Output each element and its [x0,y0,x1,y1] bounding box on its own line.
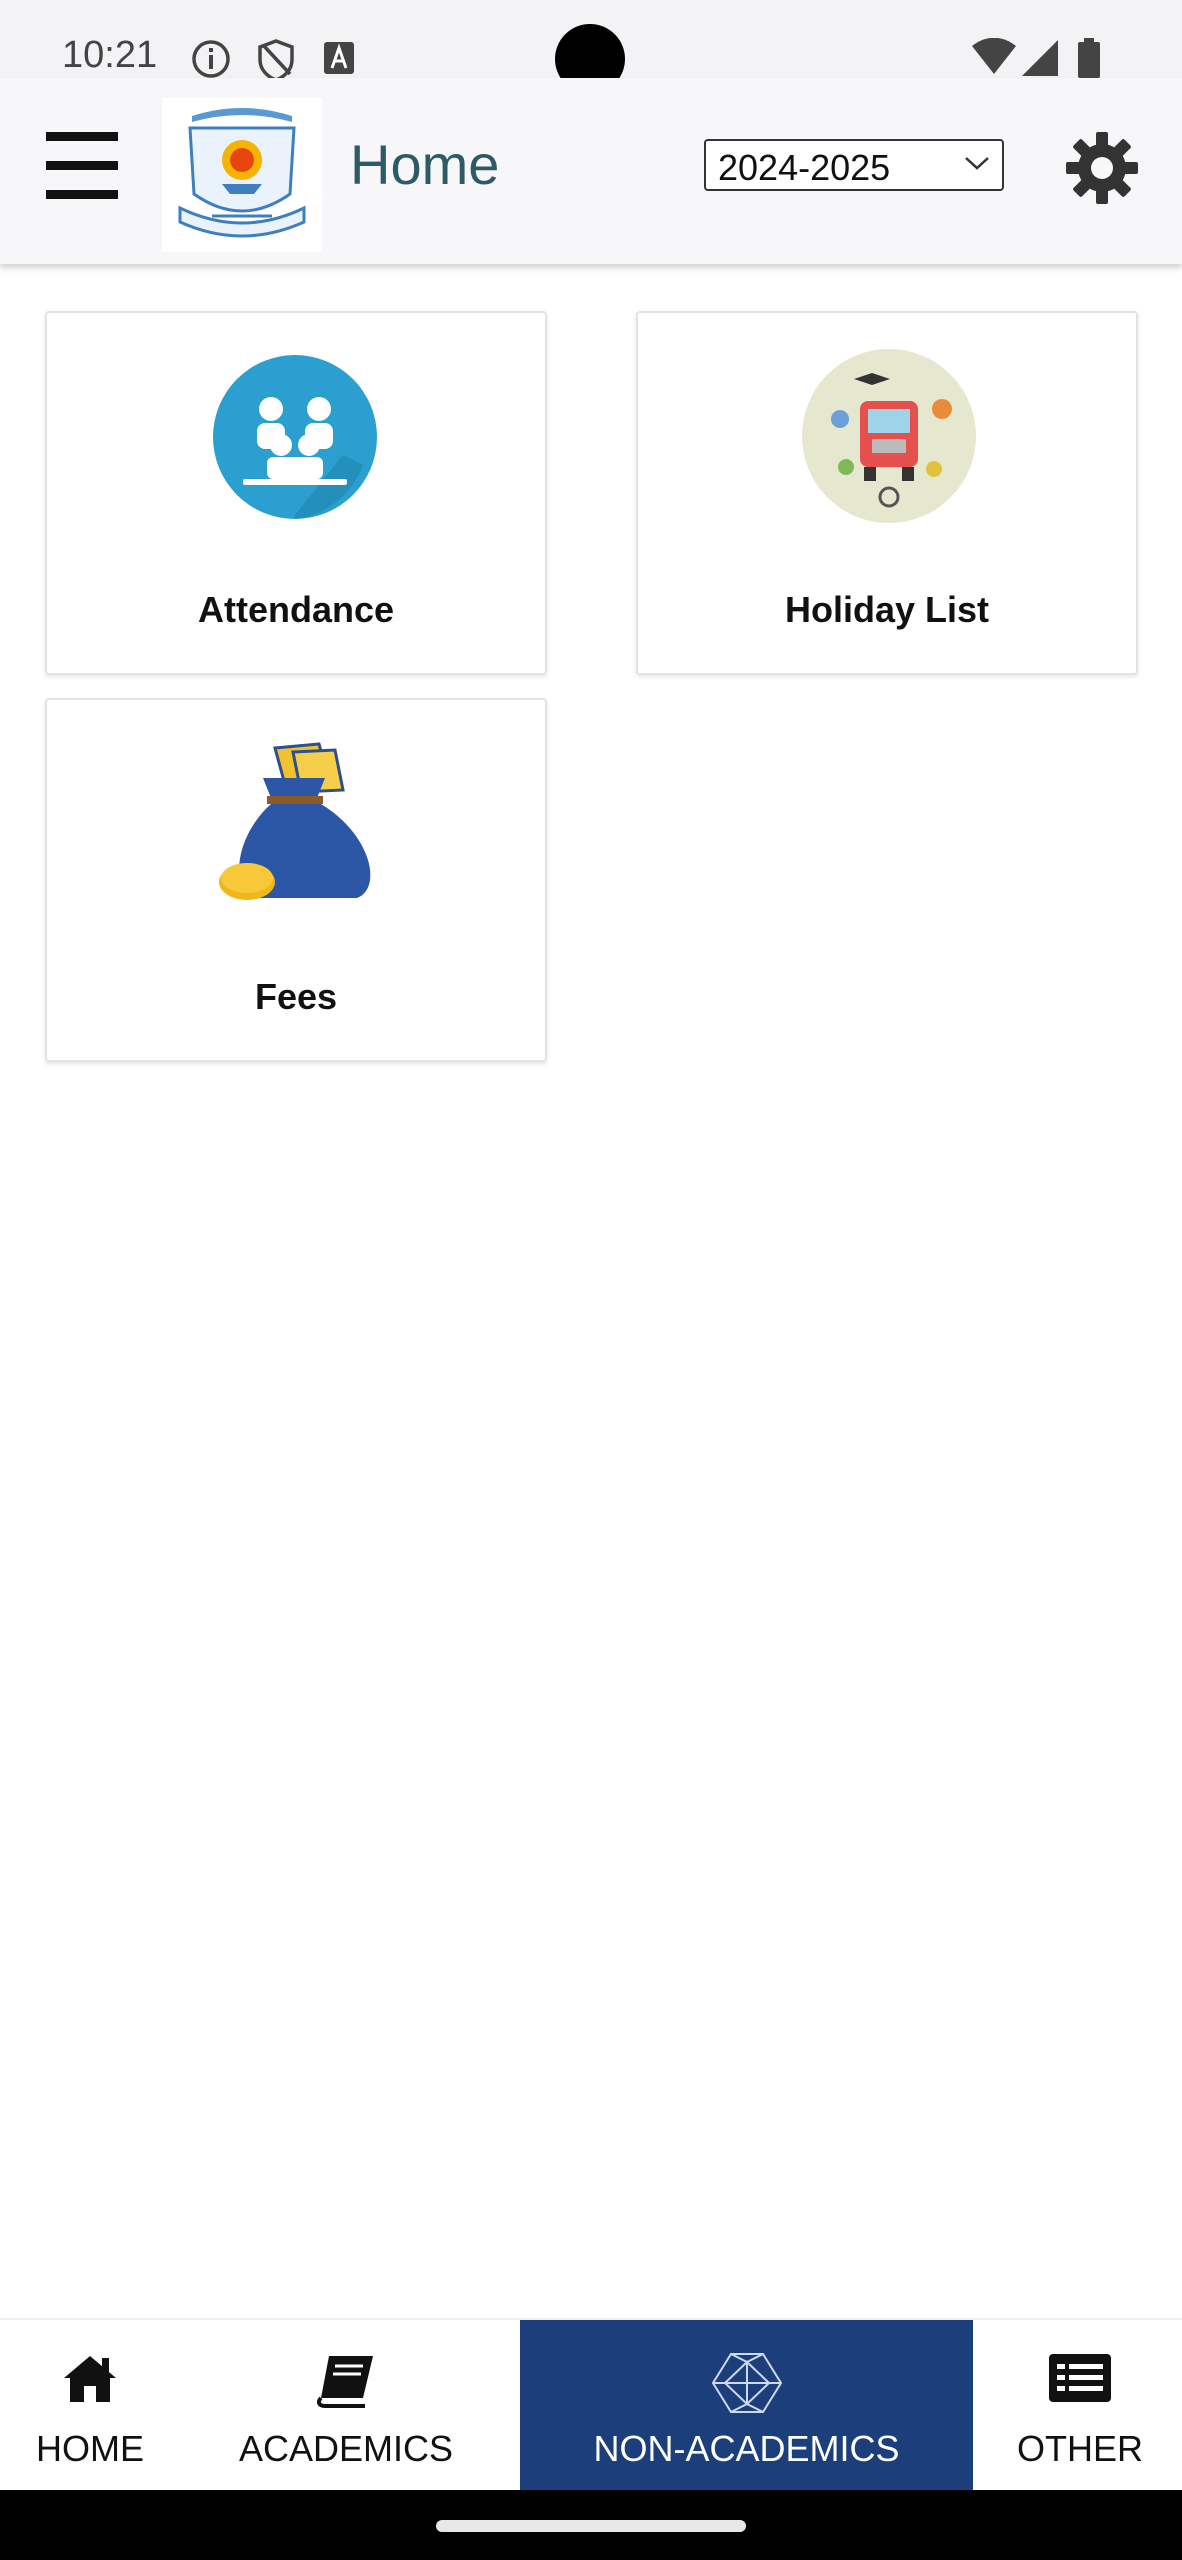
book-icon [316,2356,373,2408]
card-label: Attendance [197,589,395,630]
battery-icon [1078,38,1100,78]
attendance-icon [213,355,377,519]
card-attendance[interactable]: Attendance [45,311,547,675]
gear-icon[interactable] [1064,130,1140,206]
card-label: Fees [254,976,338,1017]
school-logo [162,98,322,252]
signal-icon [1022,40,1058,76]
gesture-area [0,2490,1182,2560]
font-icon [324,42,354,74]
money-bag-icon [219,742,371,900]
year-select[interactable]: 2024-2025 [704,139,1004,191]
nav-non-academics[interactable]: NON-ACADEMICS [520,2320,973,2492]
nav-label: ACADEMICS [238,2428,454,2469]
nav-label: HOME [36,2428,144,2469]
wifi-icon [972,38,1016,74]
nav-home[interactable]: HOME [0,2320,180,2492]
year-select-value: 2024-2025 [718,147,891,188]
page-title: Home [350,133,500,196]
nav-label: OTHER [1017,2428,1143,2469]
card-label: Holiday List [784,589,990,630]
hamburger-icon[interactable] [46,132,118,202]
card-holiday-list[interactable]: Holiday List [636,311,1138,675]
shield-icon [258,39,294,82]
holiday-bus-icon [802,349,976,523]
nav-academics[interactable]: ACADEMICS [196,2320,496,2492]
app-bar: Home 2024-2025 [0,78,1182,264]
nav-label: NON-ACADEMICS [593,2428,900,2469]
home-icon [64,2356,116,2402]
nav-other[interactable]: OTHER [990,2320,1170,2492]
gesture-pill[interactable] [436,2520,746,2532]
list-icon [1049,2354,1111,2402]
bottom-nav: HOME ACADEMICS NON-ACADEMICS OTHER [0,2318,1182,2492]
card-fees[interactable]: Fees [45,698,547,1062]
status-time: 10:21 [62,34,158,76]
polyhedron-icon [711,2353,782,2413]
chevron-down-icon [965,157,989,170]
info-icon [192,40,230,78]
